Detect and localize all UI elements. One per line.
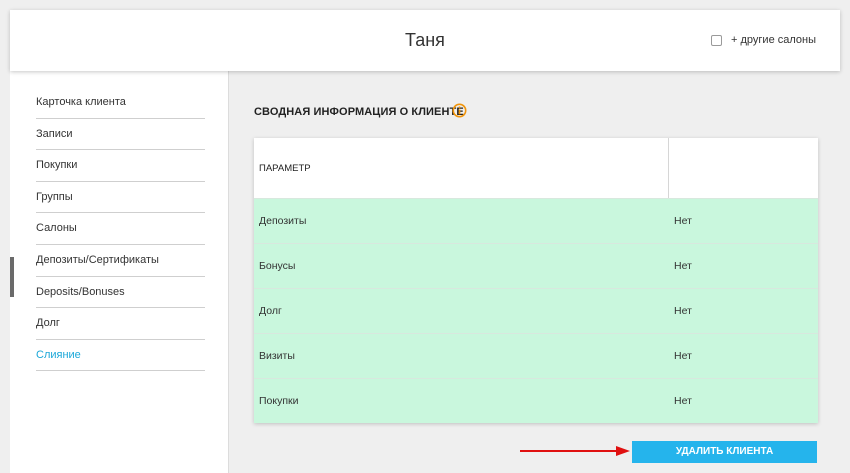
sidebar-item-merge[interactable]: Слияние (36, 340, 205, 372)
row-param-name: Бонусы (259, 260, 296, 272)
row-param-value: Нет (674, 395, 692, 407)
row-param-name: Покупки (259, 395, 299, 407)
section-title: СВОДНАЯ ИНФОРМАЦИЯ О КЛИЕНТЕ (254, 106, 464, 118)
arrow-right-icon (520, 446, 630, 456)
row-param-name: Визиты (259, 350, 295, 362)
sidebar-item-deposits-certificates[interactable]: Депозиты/Сертификаты (36, 245, 205, 277)
client-summary-table: ПАРАМЕТР Депозиты Нет Бонусы Нет Долг Не… (254, 138, 818, 423)
row-param-value: Нет (674, 260, 692, 272)
table-row: Покупки Нет (254, 378, 818, 423)
sidebar-collapse-handle[interactable] (10, 257, 14, 297)
main-content: СВОДНАЯ ИНФОРМАЦИЯ О КЛИЕНТЕ ПАРАМЕТР Де… (230, 71, 850, 473)
sidebar-item-records[interactable]: Записи (36, 119, 205, 151)
delete-client-button[interactable]: УДАЛИТЬ КЛИЕНТА (632, 441, 817, 463)
table-row: Визиты Нет (254, 333, 818, 378)
row-param-name: Долг (259, 305, 282, 317)
page-header: Таня + другие салоны (10, 10, 840, 71)
info-icon[interactable] (452, 103, 467, 118)
table-header: ПАРАМЕТР (254, 138, 818, 198)
row-param-value: Нет (674, 305, 692, 317)
table-row: Бонусы Нет (254, 243, 818, 288)
sidebar-item-client-card[interactable]: Карточка клиента (36, 87, 205, 119)
sidebar-item-deposits-bonuses[interactable]: Deposits/Bonuses (36, 277, 205, 309)
column-header-param: ПАРАМЕТР (259, 163, 311, 174)
sidebar: Карточка клиента Записи Покупки Группы С… (10, 71, 229, 473)
row-param-value: Нет (674, 350, 692, 362)
row-param-value: Нет (674, 215, 692, 227)
sidebar-item-groups[interactable]: Группы (36, 182, 205, 214)
sidebar-item-purchases[interactable]: Покупки (36, 150, 205, 182)
table-row: Депозиты Нет (254, 198, 818, 243)
sidebar-item-salons[interactable]: Салоны (36, 213, 205, 245)
other-salons-checkbox[interactable] (711, 34, 723, 46)
row-param-name: Депозиты (259, 215, 307, 227)
other-salons-toggle[interactable]: + другие салоны (711, 34, 816, 46)
sidebar-item-debt[interactable]: Долг (36, 308, 205, 340)
column-divider (668, 138, 669, 198)
table-row: Долг Нет (254, 288, 818, 333)
other-salons-label: + другие салоны (731, 34, 816, 46)
